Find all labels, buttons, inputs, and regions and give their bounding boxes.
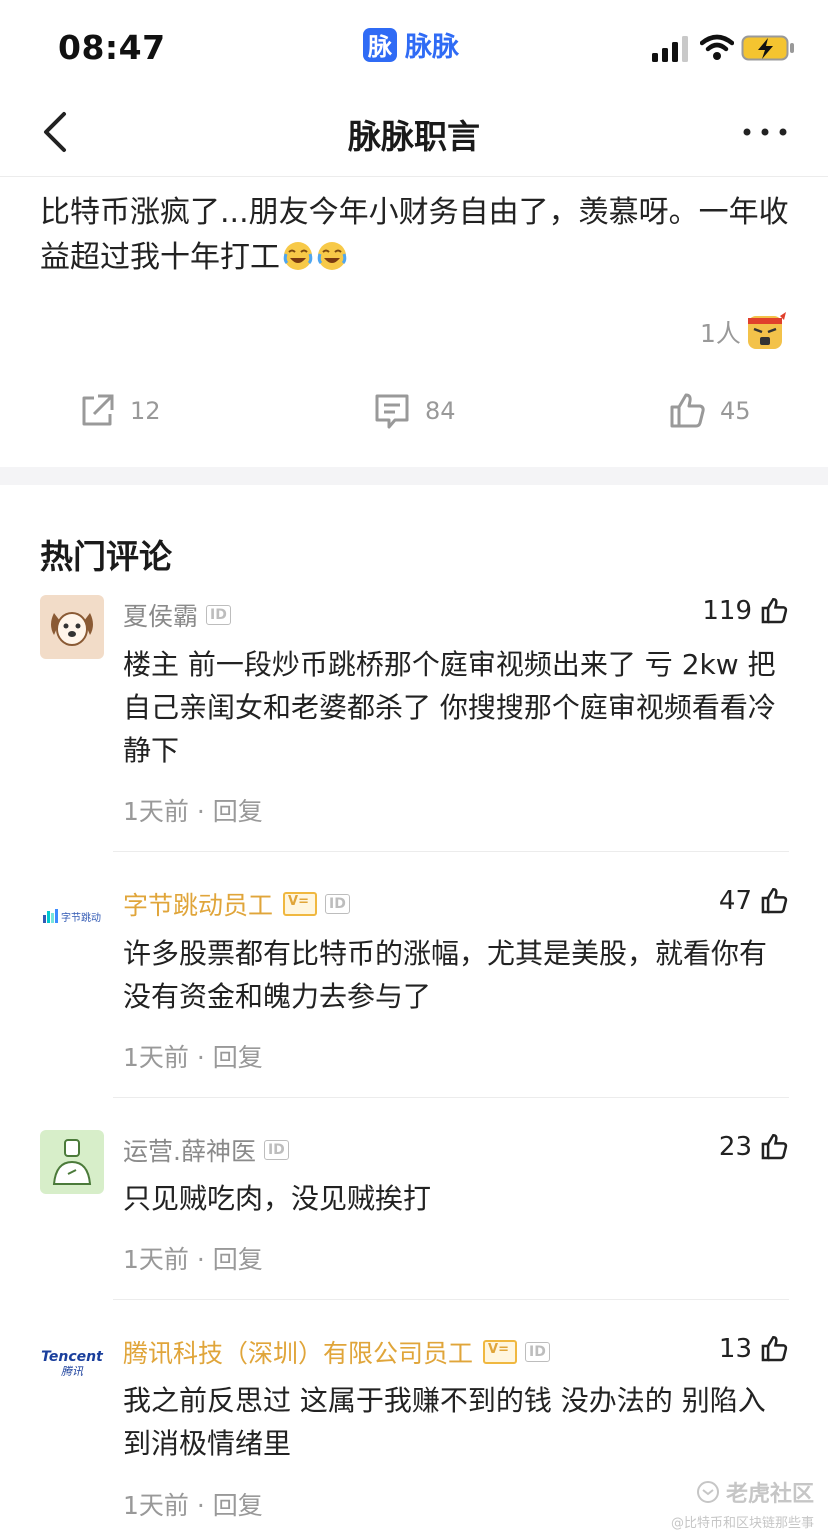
comment-like-count: 13 bbox=[718, 1334, 752, 1364]
page-title: 脉脉职言 bbox=[348, 117, 480, 156]
verified-badge: V= bbox=[283, 892, 318, 916]
comment-meta: 1天前 · 回复 bbox=[123, 792, 263, 828]
comment-count: 84 bbox=[425, 397, 456, 425]
comment-author[interactable]: 夏侯霸 ID bbox=[123, 597, 231, 633]
meta-separator: · bbox=[196, 1043, 205, 1072]
signal-icon bbox=[652, 36, 688, 62]
avatar[interactable] bbox=[40, 595, 104, 659]
comment-author[interactable]: 腾讯科技（深圳）有限公司员工 V= ID bbox=[123, 1334, 550, 1370]
share-button[interactable]: 12 bbox=[78, 392, 161, 430]
watermark-line1: 老虎社区 bbox=[725, 1482, 814, 1507]
section-gap bbox=[0, 467, 828, 485]
watermark-title: 老虎社区 bbox=[671, 1476, 814, 1508]
bytedance-logo: 字节跳动 bbox=[43, 909, 101, 924]
avatar[interactable]: Tencent 腾讯 bbox=[40, 1332, 104, 1396]
post-body: 比特币涨疯了...朋友今年小财务自由了，羡慕呀。一年收益超过我十年打工 bbox=[40, 190, 792, 280]
wifi-icon bbox=[700, 34, 734, 60]
comment-like-button[interactable]: 13 bbox=[719, 1334, 788, 1364]
author-name: 运营.薛神医 bbox=[123, 1137, 256, 1166]
author-name: 腾讯科技（深圳）有限公司员工 bbox=[123, 1339, 474, 1368]
comment-text: 许多股票都有比特币的涨幅，尤其是美股，就看你有没有资金和魄力去参与了 bbox=[123, 937, 768, 1013]
thumbs-up-icon bbox=[761, 597, 788, 624]
verified-badge: V= bbox=[483, 1340, 518, 1364]
comment-meta: 1天前 · 回复 bbox=[123, 1486, 263, 1522]
comment-like-count: 47 bbox=[718, 886, 752, 916]
id-badge: ID bbox=[325, 894, 350, 914]
comment-icon bbox=[375, 394, 409, 429]
laugh-cry-emoji-icon bbox=[283, 242, 313, 270]
bytedance-logo-icon bbox=[43, 909, 58, 923]
comment-time: 1天前 bbox=[123, 1245, 189, 1274]
watermark-line2: @比特币和区块链那些事 bbox=[670, 1516, 814, 1531]
app-name: 脉脉 bbox=[405, 32, 459, 63]
comment-time: 1天前 bbox=[123, 797, 189, 826]
comment-time: 1天前 bbox=[123, 1491, 189, 1520]
comment-text: 我之前反思过 这属于我赚不到的钱 没办法的 别陷入到消极情绪里 bbox=[123, 1384, 766, 1460]
comment-author[interactable]: 运营.薛神医 ID bbox=[123, 1132, 289, 1168]
comment-time: 1天前 bbox=[123, 1043, 189, 1072]
tencent-logo-text: Tencent bbox=[41, 1349, 103, 1365]
reaction-count: 1人 bbox=[700, 319, 741, 348]
id-badge: ID bbox=[206, 605, 231, 625]
tencent-logo-subtext: 腾讯 bbox=[61, 1365, 83, 1378]
id-badge: ID bbox=[263, 1140, 289, 1160]
laugh-cry-emoji-icon bbox=[317, 242, 347, 270]
like-count: 45 bbox=[720, 397, 751, 425]
comment-like-button[interactable]: 47 bbox=[719, 886, 788, 916]
meta-separator: · bbox=[196, 1245, 205, 1274]
reply-link[interactable]: 回复 bbox=[213, 797, 263, 826]
avatar[interactable] bbox=[40, 1130, 104, 1194]
comment-divider bbox=[113, 1097, 789, 1098]
meta-separator: · bbox=[196, 797, 205, 826]
battery-icon bbox=[741, 35, 794, 61]
thumbs-up-icon bbox=[761, 1133, 788, 1160]
angry-emoji-icon[interactable] bbox=[745, 310, 787, 352]
comment-like-count: 23 bbox=[718, 1132, 752, 1162]
author-name: 夏侯霸 bbox=[123, 602, 199, 631]
watermark: 老虎社区 @比特币和区块链那些事 bbox=[671, 1476, 814, 1531]
comment-like-button[interactable]: 119 bbox=[702, 596, 788, 626]
hot-comments-title: 热门评论 bbox=[40, 537, 172, 576]
bytedance-logo-text: 字节跳动 bbox=[61, 912, 101, 924]
author-name: 字节跳动员工 bbox=[123, 891, 274, 920]
like-button[interactable]: 45 bbox=[668, 392, 751, 430]
tiger-logo-icon bbox=[696, 1481, 719, 1503]
meta-separator: · bbox=[196, 1491, 205, 1520]
comment-button[interactable]: 84 bbox=[373, 392, 456, 430]
status-time: 08:47 bbox=[58, 28, 166, 67]
thumbs-up-icon bbox=[761, 1335, 788, 1362]
comment-meta: 1天前 · 回复 bbox=[123, 1038, 263, 1074]
reply-link[interactable]: 回复 bbox=[213, 1491, 263, 1520]
person-avatar-icon bbox=[52, 1139, 92, 1185]
thumbs-up-icon bbox=[761, 887, 788, 914]
nav-divider bbox=[0, 176, 828, 177]
more-icon[interactable] bbox=[742, 126, 788, 138]
dog-avatar-icon bbox=[51, 612, 93, 646]
app-logo-icon: 脉 bbox=[363, 27, 397, 62]
comment-like-count: 119 bbox=[702, 596, 752, 626]
comment-meta: 1天前 · 回复 bbox=[123, 1240, 263, 1276]
comment-divider bbox=[113, 1299, 789, 1300]
id-badge: ID bbox=[525, 1342, 550, 1362]
reply-link[interactable]: 回复 bbox=[213, 1043, 263, 1072]
app-badge: 脉 脉脉 bbox=[363, 25, 459, 64]
comment-like-button[interactable]: 23 bbox=[719, 1132, 788, 1162]
share-count: 12 bbox=[130, 397, 161, 425]
thumbs-up-icon bbox=[670, 393, 705, 428]
avatar[interactable]: 字节跳动 bbox=[40, 884, 104, 948]
comment-author[interactable]: 字节跳动员工 V= ID bbox=[123, 886, 350, 922]
reply-link[interactable]: 回复 bbox=[213, 1245, 263, 1274]
comment-divider bbox=[113, 851, 789, 852]
comment-text: 楼主 前一段炒币跳桥那个庭审视频出来了 亏 2kw 把自己亲闺女和老婆都杀了 你… bbox=[123, 648, 776, 767]
comment-text: 只见贼吃肉，没见贼挨打 bbox=[123, 1182, 432, 1215]
share-icon bbox=[82, 394, 114, 426]
post-text: 比特币涨疯了...朋友今年小财务自由了，羡慕呀。一年收益超过我十年打工 bbox=[40, 195, 789, 275]
